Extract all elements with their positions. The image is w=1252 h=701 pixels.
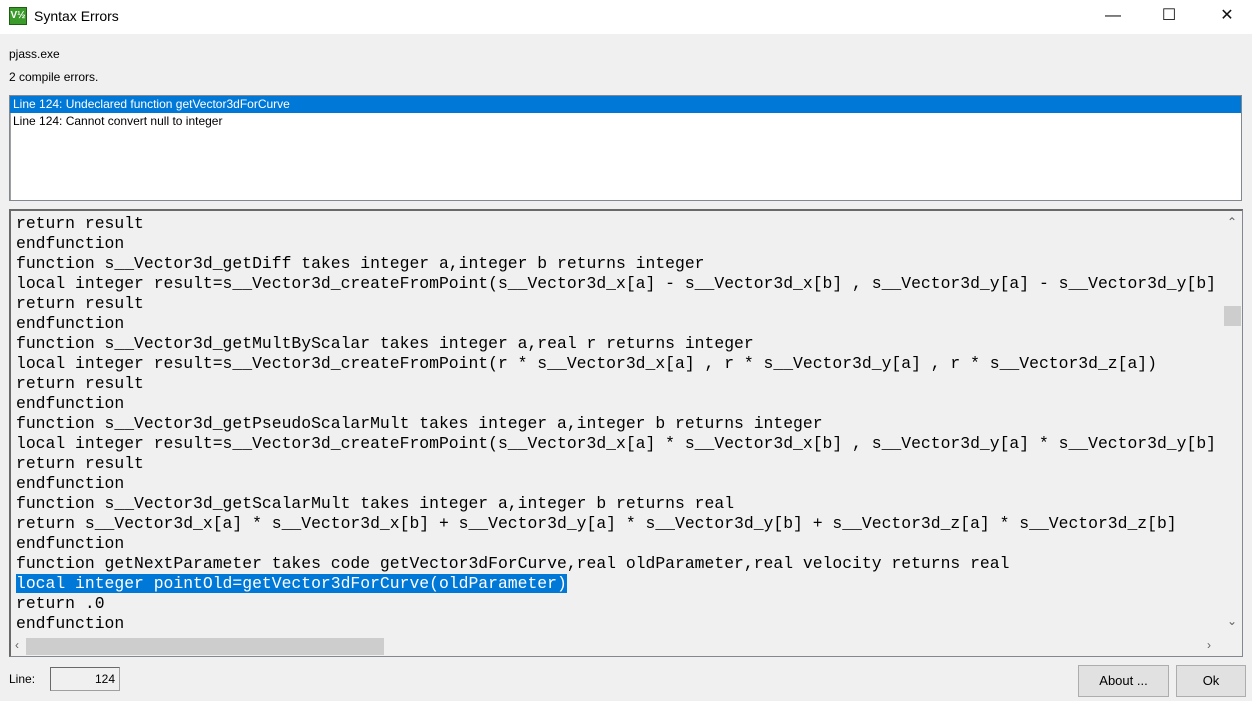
code-view[interactable]: return result endfunction function s__Vect… bbox=[9, 209, 1243, 657]
tool-name: pjass.exe bbox=[9, 47, 60, 61]
error-item[interactable]: Line 124: Cannot convert null to integer bbox=[10, 113, 1241, 130]
line-number-field: 124 bbox=[50, 667, 120, 691]
code-line-text: return result bbox=[16, 374, 144, 393]
maximize-button[interactable]: ☐ bbox=[1146, 0, 1192, 34]
scroll-down-icon[interactable]: ⌄ bbox=[1227, 614, 1237, 628]
close-button[interactable]: ✕ bbox=[1204, 0, 1250, 34]
code-line-text: endfunction bbox=[16, 614, 125, 633]
code-line[interactable]: endfunction bbox=[16, 234, 1217, 254]
code-line-text: return s__Vector3d_x[a] * s__Vector3d_x[… bbox=[16, 514, 1177, 533]
code-line[interactable]: local integer result=s__Vector3d_createF… bbox=[16, 274, 1217, 294]
code-line-text: endfunction bbox=[16, 474, 125, 493]
code-line[interactable]: local integer result=s__Vector3d_createF… bbox=[16, 434, 1217, 454]
horizontal-scrollbar[interactable]: ‹ › bbox=[11, 635, 1223, 656]
code-line-text: return result bbox=[16, 454, 144, 473]
code-line-text: local integer result=s__Vector3d_createF… bbox=[16, 434, 1216, 453]
code-line-text: local integer result=s__Vector3d_createF… bbox=[16, 354, 1157, 373]
vertical-scrollbar[interactable]: ⌃ ⌄ bbox=[1222, 211, 1242, 636]
code-line-text: local integer result=s__Vector3d_createF… bbox=[16, 274, 1216, 293]
code-line-text: endfunction bbox=[16, 234, 125, 253]
code-line[interactable]: return result bbox=[16, 454, 1217, 474]
scroll-left-icon[interactable]: ‹ bbox=[15, 638, 19, 652]
code-line-text: function getNextParameter takes code get… bbox=[16, 554, 1010, 573]
about-button[interactable]: About ... bbox=[1078, 665, 1169, 697]
code-line-text: function s__Vector3d_getDiff takes integ… bbox=[16, 254, 705, 273]
code-line[interactable]: endfunction bbox=[16, 394, 1217, 414]
error-list[interactable]: Line 124: Undeclared function getVector3… bbox=[9, 95, 1242, 201]
title-bar: V½ Syntax Errors — ☐ ✕ bbox=[0, 0, 1252, 34]
error-item[interactable]: Line 124: Undeclared function getVector3… bbox=[10, 96, 1241, 113]
code-line-text: function s__Vector3d_getScalarMult takes… bbox=[16, 494, 735, 513]
code-line[interactable]: return result bbox=[16, 294, 1217, 314]
code-line[interactable]: function s__Vector3d_getDiff takes integ… bbox=[16, 254, 1217, 274]
code-line-text: endfunction bbox=[16, 394, 125, 413]
code-line[interactable]: return s__Vector3d_x[a] * s__Vector3d_x[… bbox=[16, 514, 1217, 534]
scroll-up-icon[interactable]: ⌃ bbox=[1227, 215, 1237, 229]
code-line-text: return result bbox=[16, 294, 144, 313]
scroll-right-icon[interactable]: › bbox=[1207, 638, 1211, 652]
code-line[interactable]: endfunction bbox=[16, 614, 1217, 634]
code-line-text: return result bbox=[16, 214, 144, 233]
code-line[interactable]: function s__Vector3d_getPseudoScalarMult… bbox=[16, 414, 1217, 434]
code-line[interactable]: return result bbox=[16, 214, 1217, 234]
code-line[interactable]: local integer pointOld=getVector3dForCur… bbox=[16, 574, 1217, 594]
code-line[interactable]: function s__Vector3d_getMultByScalar tak… bbox=[16, 334, 1217, 354]
horizontal-scroll-thumb[interactable] bbox=[26, 638, 384, 655]
code-line[interactable]: endfunction bbox=[16, 474, 1217, 494]
vertical-scroll-thumb[interactable] bbox=[1224, 306, 1241, 326]
code-line[interactable]: return .0 bbox=[16, 594, 1217, 614]
line-label: Line: bbox=[9, 672, 36, 686]
code-line[interactable]: endfunction bbox=[16, 534, 1217, 554]
code-line[interactable]: endfunction bbox=[16, 314, 1217, 334]
code-lines[interactable]: return result endfunction function s__Vect… bbox=[16, 214, 1217, 636]
code-line[interactable]: function getNextParameter takes code get… bbox=[16, 554, 1217, 574]
code-line-text: function s__Vector3d_getPseudoScalarMult… bbox=[16, 414, 823, 433]
error-summary: 2 compile errors. bbox=[9, 70, 99, 84]
code-line-text: endfunction bbox=[16, 314, 125, 333]
code-line-text: endfunction bbox=[16, 534, 125, 553]
code-line[interactable]: function s__Vector3d_getScalarMult takes… bbox=[16, 494, 1217, 514]
window-title: Syntax Errors bbox=[34, 8, 119, 24]
minimize-button[interactable]: — bbox=[1090, 0, 1136, 34]
code-line-text: local integer pointOld=getVector3dForCur… bbox=[16, 574, 567, 593]
code-line[interactable]: return result bbox=[16, 374, 1217, 394]
ok-button[interactable]: Ok bbox=[1176, 665, 1246, 697]
code-line-text: return .0 bbox=[16, 594, 105, 613]
code-line-text: function s__Vector3d_getMultByScalar tak… bbox=[16, 334, 754, 353]
code-line[interactable]: local integer result=s__Vector3d_createF… bbox=[16, 354, 1217, 374]
app-icon: V½ bbox=[9, 7, 27, 25]
